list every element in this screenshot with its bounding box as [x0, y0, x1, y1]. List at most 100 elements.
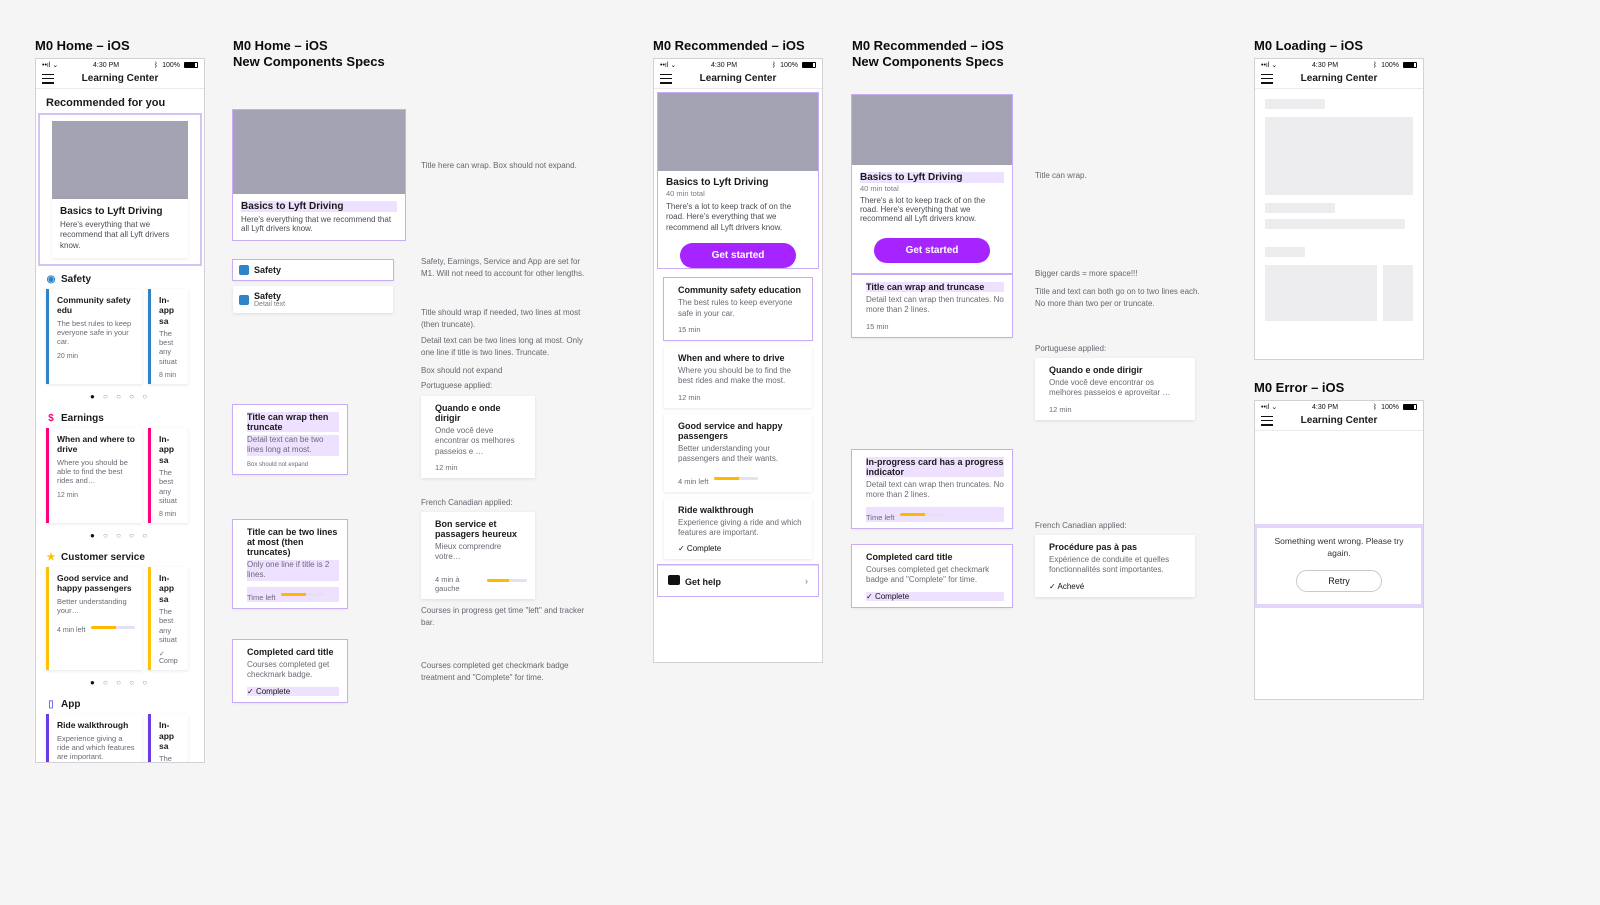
- progress-bar: [900, 513, 944, 516]
- skeleton-line: [1265, 203, 1335, 213]
- course-card[interactable]: Community safety edu The best rules to k…: [46, 289, 142, 384]
- course-card[interactable]: Community safety education The best rule…: [664, 278, 812, 340]
- battery-pct: 100%: [1381, 404, 1399, 411]
- spec-note: Title here can wrap. Box should not expa…: [421, 160, 586, 172]
- phone-loading: ••ıl ⌄ 4:30 PM ᛒ100% Learning Center: [1254, 58, 1424, 360]
- status-bar: ••ıl ⌄ 4:30 PM ᛒ100%: [1255, 401, 1423, 411]
- heading-sub: New Components Specs: [852, 54, 1004, 70]
- course-card-peek[interactable]: In-app sa The best any situat ✓ Comp: [148, 567, 188, 670]
- help-label: Get help: [685, 577, 721, 587]
- card-detail: Courses completed get checkmark badge.: [247, 660, 339, 681]
- card-meta: ✓ Complete: [247, 687, 339, 696]
- course-card[interactable]: Good service and happy passengers Better…: [46, 567, 142, 670]
- course-card-peek[interactable]: In-app sa The best any situat 8 min: [148, 428, 188, 523]
- heading-rec-specs: M0 Recommended – iOS New Components Spec…: [852, 38, 1004, 71]
- signal-icon: ••ıl ⌄: [1261, 61, 1277, 69]
- bt-icon: ᛒ: [1373, 62, 1377, 69]
- card-meta: 15 min: [866, 322, 1004, 331]
- nav-title: Learning Center: [1255, 415, 1423, 426]
- course-card[interactable]: Good service and happy passengers Better…: [664, 414, 812, 492]
- error-message: Something went wrong. Please try again.: [1255, 536, 1423, 560]
- progress-bar: [714, 477, 758, 480]
- chat-icon: [668, 575, 680, 585]
- card-detail: Where you should be able to find the bes…: [57, 458, 136, 486]
- hero-body: There's a lot to keep track of on the ro…: [666, 202, 810, 233]
- card-title: Ride walkthrough: [678, 505, 804, 515]
- course-card[interactable]: When and where to drive Where you should…: [46, 428, 142, 523]
- heading-recommended: M0 Recommended – iOS: [653, 38, 805, 54]
- card-title: Quando e onde dirigir: [1049, 365, 1187, 375]
- card-meta: 4 min à gauche: [435, 575, 481, 593]
- shield-icon: [239, 265, 249, 275]
- hero-body: There's a lot to keep track of on the ro…: [860, 196, 1004, 223]
- nav-title: Learning Center: [654, 73, 822, 84]
- card-detail: Detail text can be two lines long at mos…: [247, 435, 339, 456]
- spec-chip-safety: Safety: [233, 260, 393, 280]
- dollar-icon: $: [46, 414, 56, 424]
- battery-pct: 100%: [1381, 62, 1399, 69]
- spec-note: Bigger cards = more space!!!: [1035, 268, 1200, 280]
- card-detail: Onde você deve encontrar os melhores pas…: [1049, 378, 1187, 399]
- course-card[interactable]: Ride walkthrough Experience giving a rid…: [46, 714, 142, 763]
- card-title: Bon service et passagers heureux: [435, 519, 527, 539]
- nav-title: Learning Center: [1255, 73, 1423, 84]
- battery-icon: [1403, 404, 1417, 410]
- card-title: In-app sa: [159, 295, 182, 326]
- spec-card-fr: Bon service et passagers heureux Mieux c…: [421, 512, 535, 599]
- heading-text: M0 Error – iOS: [1254, 380, 1344, 395]
- card-detail: The best any situat: [159, 468, 182, 506]
- hero-image: [233, 110, 405, 194]
- course-card[interactable]: Ride walkthrough Experience giving a rid…: [664, 498, 812, 560]
- spec-note: Detail text can be two lines long at mos…: [421, 335, 586, 358]
- spec-card-rec-prog: In-progress card has a progress indicato…: [852, 450, 1012, 528]
- card-title: Title can wrap and truncase: [866, 282, 1004, 292]
- card-detail: Courses completed get checkmark badge an…: [866, 565, 1004, 586]
- heading-home-specs: M0 Home – iOS New Components Specs: [233, 38, 385, 71]
- heading-text: M0 Home – iOS: [233, 38, 328, 53]
- hero-card[interactable]: Basics to Lyft Driving Here's everything…: [40, 115, 200, 264]
- hero-image: [658, 93, 818, 171]
- get-started-button[interactable]: Get started: [680, 243, 796, 268]
- battery-pct: 100%: [780, 62, 798, 69]
- heading-home: M0 Home – iOS: [35, 38, 130, 54]
- card-meta: ✓ Complete: [678, 544, 804, 553]
- help-row[interactable]: Get help ›: [658, 565, 818, 596]
- recommended-title: Recommended for you: [36, 89, 204, 115]
- card-meta: 8 min: [159, 511, 182, 518]
- retry-button[interactable]: Retry: [1296, 570, 1382, 592]
- course-card-peek[interactable]: In-app sa The best any situat: [148, 714, 188, 763]
- card-meta: 4 min left: [678, 477, 708, 486]
- shield-icon: [239, 295, 249, 305]
- course-card[interactable]: When and where to drive Where you should…: [664, 346, 812, 408]
- card-detail: Experience giving a ride and which featu…: [57, 734, 136, 762]
- card-detail: Onde você deve encontrar os melhores pas…: [435, 426, 527, 457]
- card-title: Quando e onde dirigir: [435, 403, 527, 423]
- course-card-peek[interactable]: In-app sa The best any situat 8 min: [148, 289, 188, 384]
- pager-dots: ● ○ ○ ○ ○: [36, 527, 204, 542]
- spec-card-rec-done: Completed card title Courses completed g…: [852, 545, 1012, 607]
- card-title: Completed card title: [247, 647, 339, 657]
- card-title: Title can wrap then truncate: [247, 412, 339, 432]
- spec-chip-safety-detail: Safety Detail text: [233, 286, 393, 313]
- status-time: 4:30 PM: [711, 62, 737, 69]
- card-title: Community safety education: [678, 285, 804, 295]
- category-label: Customer service: [61, 552, 145, 563]
- spec-fr-label: French Canadian applied:: [1035, 520, 1200, 532]
- hero-title: Basics to Lyft Driving: [241, 201, 397, 212]
- get-started-button[interactable]: Get started: [874, 238, 990, 263]
- card-title: Community safety edu: [57, 295, 136, 315]
- spec-card-twoline: Title can be two lines at most (then tru…: [233, 520, 347, 608]
- card-meta: 4 min left: [57, 627, 85, 634]
- card-title: Procédure pas à pas: [1049, 542, 1187, 552]
- hero-image: [852, 95, 1012, 165]
- phone-error: ••ıl ⌄ 4:30 PM ᛒ100% Learning Center Som…: [1254, 400, 1424, 700]
- battery-icon: [1403, 62, 1417, 68]
- card-meta: ✓ Complete: [866, 592, 1004, 601]
- heading-text: M0 Recommended – iOS: [653, 38, 805, 53]
- signal-icon: ••ıl ⌄: [42, 61, 58, 69]
- card-title: When and where to drive: [57, 434, 136, 454]
- spec-note: Courses in progress get time "left" and …: [421, 605, 586, 628]
- card-meta: ✓ Comp: [159, 650, 182, 665]
- card-detail: Experience giving a ride and which featu…: [678, 518, 804, 539]
- spec-card-rec-wrap: Title can wrap and truncase Detail text …: [852, 275, 1012, 337]
